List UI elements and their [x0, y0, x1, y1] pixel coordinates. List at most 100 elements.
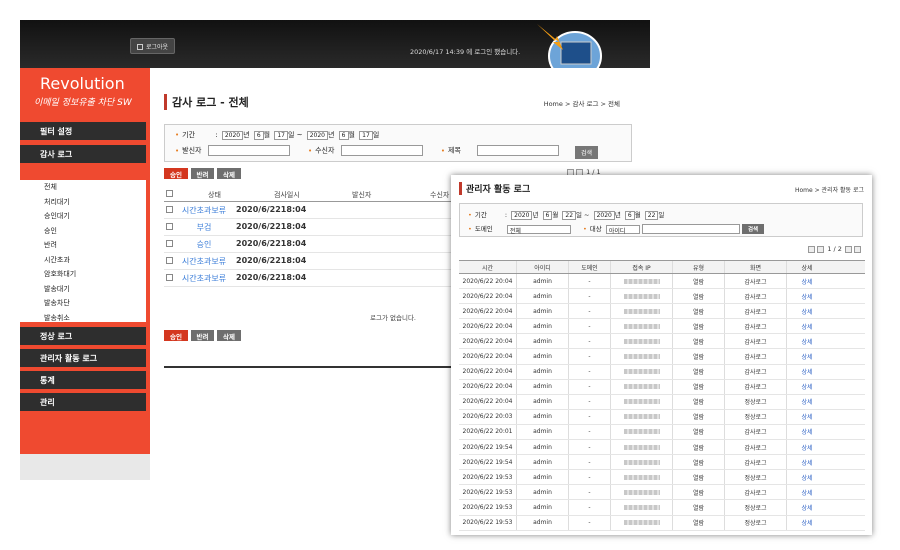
detail-link[interactable]: 상세 [787, 440, 827, 454]
to-year-select[interactable]: 2020 [306, 130, 328, 140]
menu-admin-log[interactable]: 관리자 활동 로그 [20, 349, 146, 367]
row-checkbox[interactable] [166, 223, 173, 230]
admin-from-day[interactable]: 22 [562, 210, 577, 220]
ip-cell [611, 364, 673, 379]
domain-select[interactable]: 전체 [506, 224, 571, 235]
sender-input[interactable] [207, 145, 290, 156]
reject-button[interactable]: 반려 [190, 168, 215, 179]
admin-first-page[interactable] [808, 245, 816, 253]
table-row[interactable]: 승인 2020/6/2218:04 [164, 236, 464, 253]
approve-button-bottom[interactable]: 승인 [164, 330, 188, 341]
admin-cell: admin [517, 274, 569, 289]
admin-table-row: 2020/6/22 20:04 admin - 열람 감사로그 상세 [459, 289, 865, 305]
submenu-item[interactable]: 승인대기 [20, 209, 146, 224]
detail-link[interactable]: 상세 [787, 349, 827, 363]
admin-cell: 2020/6/22 19:53 [459, 515, 517, 530]
detail-link[interactable]: 상세 [787, 516, 827, 530]
breadcrumb: Home > 감사 로그 > 전체 [543, 100, 620, 108]
admin-cell: admin [517, 379, 569, 394]
reject-button-bottom[interactable]: 반려 [190, 330, 215, 341]
search-row: • 발신자 • 수신자 • 제목 [175, 145, 560, 156]
search-button[interactable]: 검색 [575, 146, 599, 159]
row-status[interactable]: 시간초과보류 [178, 273, 230, 284]
detail-link[interactable]: 상세 [787, 274, 827, 288]
submenu-item[interactable]: 전체 [20, 180, 146, 195]
detail-link[interactable]: 상세 [787, 485, 827, 499]
target-label: 대상 [589, 225, 602, 233]
submenu-item[interactable]: 발송차단 [20, 296, 146, 311]
row-status[interactable]: 시간초과보류 [178, 256, 230, 267]
from-month-select[interactable]: 6 [253, 130, 264, 140]
table-row[interactable]: 시간초과보류 2020/6/2218:04 [164, 253, 464, 270]
to-month-select[interactable]: 6 [338, 130, 349, 140]
admin-from-year[interactable]: 2020 [511, 210, 533, 220]
submenu-item[interactable]: 처리대기 [20, 195, 146, 210]
admin-next-page[interactable] [845, 245, 852, 253]
menu-stats[interactable]: 통계 [20, 371, 146, 389]
delete-button-bottom[interactable]: 삭제 [217, 330, 241, 341]
row-checkbox[interactable] [166, 206, 173, 213]
admin-cell: 정상로그 [725, 515, 787, 530]
delete-button[interactable]: 삭제 [217, 168, 241, 179]
submenu-item[interactable]: 발송취소 [20, 311, 146, 326]
detail-link[interactable]: 상세 [787, 500, 827, 514]
admin-table-row: 2020/6/22 19:53 admin - 열람 감사로그 상세 [459, 485, 865, 501]
logout-label: 로그아웃 [146, 44, 169, 51]
admin-cell: 열람 [673, 379, 725, 394]
detail-link[interactable]: 상세 [787, 410, 827, 424]
submenu-item[interactable]: 승인 [20, 224, 146, 239]
row-status[interactable]: 승인 [178, 239, 230, 250]
menu-normal-log[interactable]: 정상 로그 [20, 327, 146, 345]
row-checkbox[interactable] [166, 274, 173, 281]
approve-button[interactable]: 승인 [164, 168, 188, 179]
admin-cell: 정상로그 [725, 394, 787, 409]
table-row[interactable]: 시간초과보류 2020/6/2218:04 [164, 202, 464, 219]
admin-from-month[interactable]: 6 [542, 210, 553, 220]
admin-last-page[interactable] [854, 245, 861, 253]
from-year-select[interactable]: 2020 [221, 130, 244, 140]
admin-cell: admin [517, 394, 569, 409]
detail-link[interactable]: 상세 [787, 470, 827, 484]
admin-table-row: 2020/6/22 20:03 admin - 열람 정상로그 상세 [459, 409, 865, 425]
logout-button[interactable]: 로그아웃 [130, 38, 176, 54]
row-checkbox[interactable] [166, 240, 173, 247]
admin-prev-page[interactable] [817, 245, 825, 253]
table-row[interactable]: 부검 2020/6/2218:04 [164, 219, 464, 236]
admin-cell: 2020/6/22 20:04 [459, 364, 517, 379]
masked-ip [623, 369, 660, 375]
menu-filter-settings[interactable]: 필터 설정 [20, 122, 146, 140]
admin-to-year[interactable]: 2020 [593, 210, 615, 220]
menu-manage[interactable]: 관리 [20, 393, 146, 411]
detail-link[interactable]: 상세 [787, 289, 827, 303]
menu-audit-log[interactable]: 감사 로그 [20, 145, 146, 163]
detail-link[interactable]: 상세 [787, 334, 827, 348]
detail-link[interactable]: 상세 [787, 304, 827, 318]
detail-link[interactable]: 상세 [787, 455, 827, 469]
submenu-item[interactable]: 반려 [20, 238, 146, 253]
admin-search-button[interactable]: 검색 [742, 224, 765, 234]
detail-link[interactable]: 상세 [787, 365, 827, 379]
admin-to-day[interactable]: 22 [644, 210, 659, 220]
row-status[interactable]: 부검 [178, 222, 230, 233]
row-status[interactable]: 시간초과보류 [178, 205, 230, 216]
receiver-input[interactable] [340, 145, 423, 156]
table-row[interactable]: 시간초과보류 2020/6/2218:04 [164, 270, 464, 287]
detail-link[interactable]: 상세 [787, 319, 827, 333]
submenu-item[interactable]: 시간초과 [20, 253, 146, 268]
detail-link[interactable]: 상세 [787, 380, 827, 394]
subject-input[interactable] [477, 145, 560, 156]
admin-keyword-input[interactable] [641, 224, 740, 234]
from-day-select[interactable]: 17 [274, 130, 288, 140]
detail-link[interactable]: 상세 [787, 395, 827, 409]
admin-to-month[interactable]: 6 [624, 210, 635, 220]
target-select[interactable]: 아이디 [605, 224, 640, 235]
select-all-checkbox[interactable] [166, 190, 173, 197]
to-day-select[interactable]: 17 [359, 130, 373, 140]
submenu-item[interactable]: 암호화대기 [20, 267, 146, 282]
admin-table-header: 시간 아이디 도메인 접속 IP 유형 화면 상세 [459, 260, 865, 274]
detail-link[interactable]: 상세 [787, 425, 827, 439]
admin-cell: 2020/6/22 20:04 [459, 289, 517, 304]
row-checkbox[interactable] [166, 257, 173, 264]
admin-cell: - [569, 274, 611, 289]
submenu-item[interactable]: 발송대기 [20, 282, 146, 297]
